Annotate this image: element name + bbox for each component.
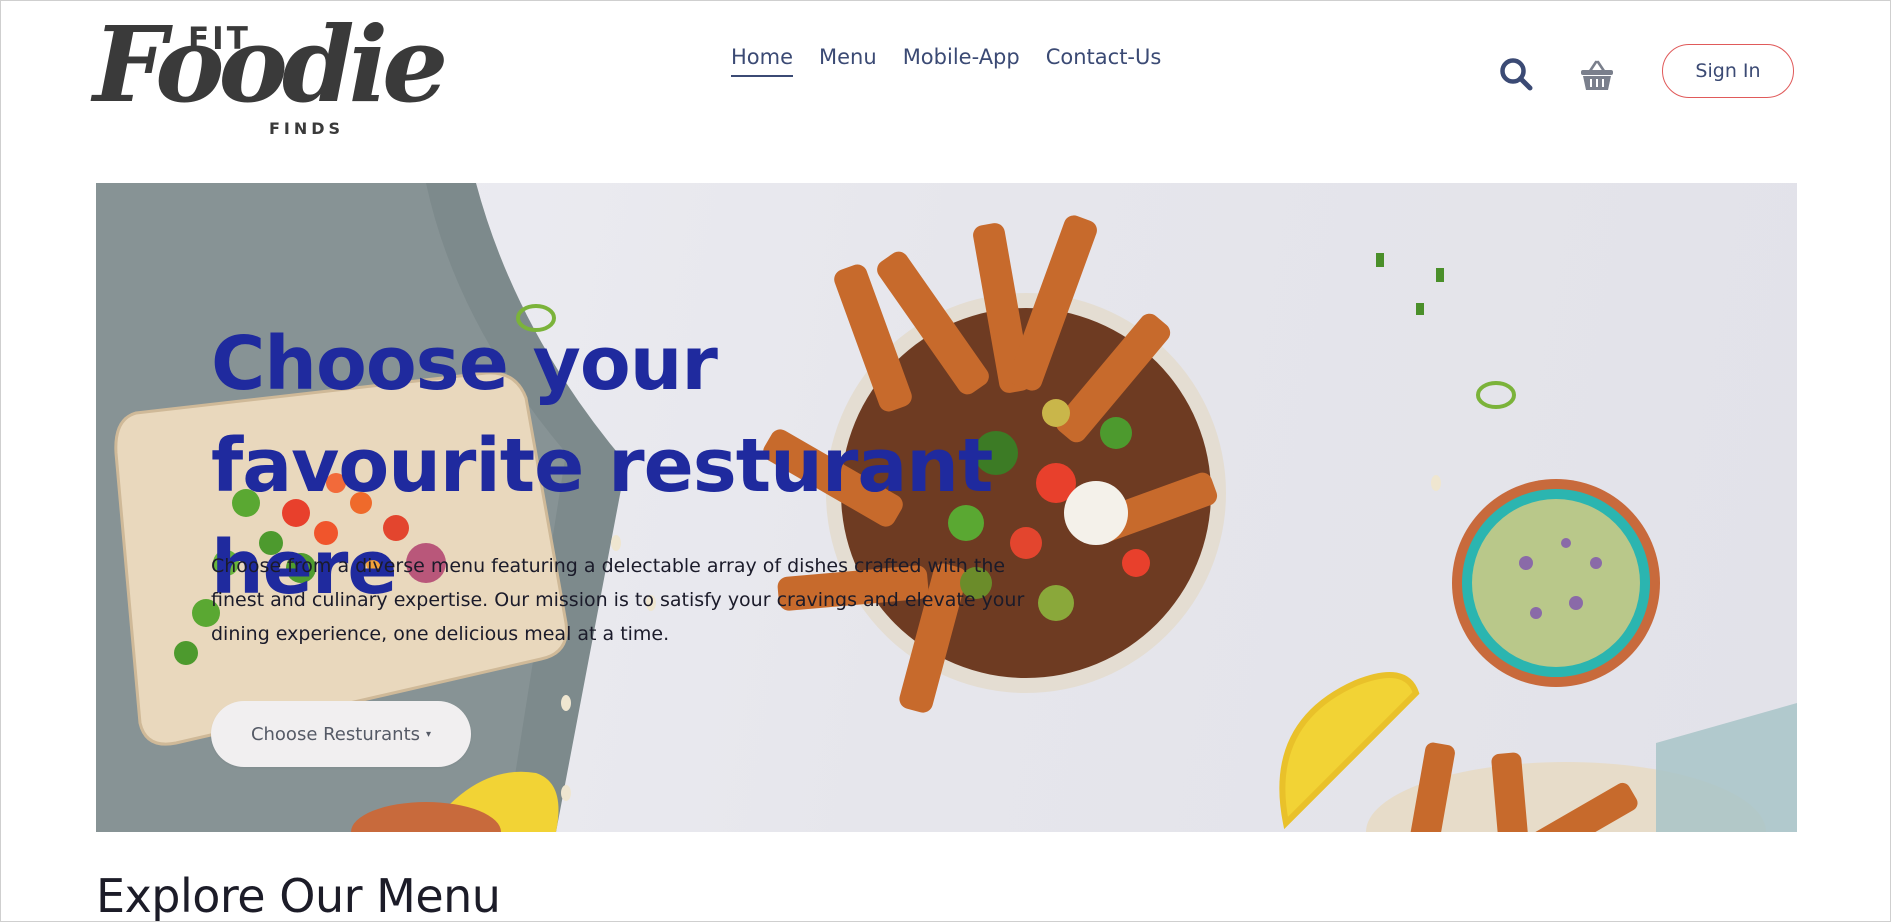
nav-item-home[interactable]: Home	[731, 45, 794, 77]
chevron-down-icon: ▾	[426, 728, 432, 740]
logo-finds-text: FINDS	[269, 119, 345, 138]
logo-foodie-text: Foodie	[93, 3, 448, 126]
nav-item-mobile-app[interactable]: Mobile-App	[903, 45, 1020, 77]
choose-restaurants-dropdown[interactable]: Choose Resturants ▾	[211, 701, 471, 767]
main-nav: Home Menu Mobile-App Contact-Us	[731, 45, 1161, 77]
hero-description: Choose from a diverse menu featuring a d…	[211, 555, 1025, 645]
brand-logo[interactable]: Foodie FIT FINDS	[93, 7, 448, 147]
explore-menu-heading: Explore Our Menu	[96, 869, 501, 922]
nav-item-contact-us[interactable]: Contact-Us	[1046, 45, 1162, 77]
logo-fit-text: FIT	[188, 21, 251, 57]
basket-icon[interactable]	[1579, 59, 1615, 93]
hero-banner: Choose your favourite resturant here Cho…	[96, 183, 1797, 832]
nav-item-menu[interactable]: Menu	[819, 45, 877, 77]
search-icon[interactable]	[1498, 56, 1534, 92]
sign-in-button[interactable]: Sign In	[1662, 44, 1794, 98]
page: Foodie FIT FINDS Home Menu Mobile-App Co…	[0, 0, 1891, 922]
choose-restaurants-label: Choose Resturants	[250, 723, 421, 745]
